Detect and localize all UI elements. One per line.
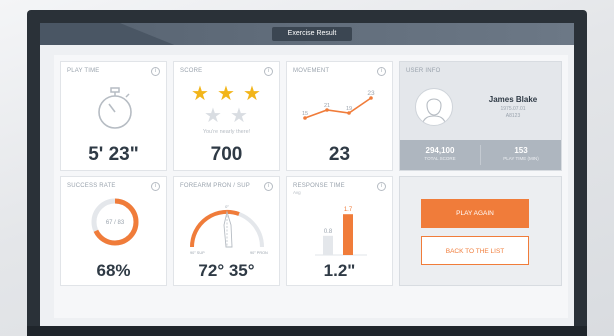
gauge-label-left: 90° SUP [190,251,205,255]
play-again-button[interactable]: PLAY AGAIN [421,199,529,228]
info-icon[interactable]: i [377,182,386,191]
bar-label-high: 1.7 [344,207,353,213]
card-score: SCORE i ★ ★ ★ ★ ★ You're nearly there! 7… [173,61,280,171]
page-title: Exercise Result [272,27,352,41]
bar-label-low: 0.8 [324,229,333,235]
card-actions: PLAY AGAIN BACK TO THE LIST [399,176,562,286]
total-score-label: TOTAL SCORE [424,156,456,161]
score-message: You're nearly there! [202,129,251,135]
movement-value: 23 [328,144,351,165]
info-icon[interactable]: i [264,67,273,76]
play-time-value: 5' 23" [88,144,139,165]
info-icon[interactable]: i [377,67,386,76]
info-icon[interactable]: i [151,67,160,76]
success-ratio: 67 / 83 [106,220,125,226]
device-bezel [27,326,587,336]
success-rate-value: 68% [96,261,131,280]
user-name: James Blake [488,95,538,104]
success-donut: 67 / 83 [91,198,139,246]
play-time-minutes-value: 153 [514,146,528,155]
play-time-minutes-label: PLAY TIME (MIN) [503,156,539,161]
card-title: SUCCESS RATE [67,183,116,189]
star-rating: ★ ★ ★ ★ ★ [174,81,279,127]
tablet-device: Exercise Result PLAY TIME i 5' 23" SCORE [27,10,587,336]
info-icon[interactable]: i [151,182,160,191]
card-play-time: PLAY TIME i 5' 23" [60,61,167,171]
play-time-stat: 153 PLAY TIME (MIN) [481,146,561,161]
card-title: PLAY TIME [67,68,100,74]
avatar-icon [415,88,453,126]
card-user-info: USER INFO James Blake 1975.07.01 A8123 2… [399,61,562,171]
bar-avg-low [323,235,333,255]
title-bar: Exercise Result [40,23,574,45]
card-title: RESPONSE TIME [293,183,345,189]
card-forearm: FOREARM PRON / SUP i 0° 90° SUP 90° PRON… [173,176,280,286]
star-icon: ★ [204,105,222,127]
results-panel: PLAY TIME i 5' 23" SCORE i ★ ★ ★ ★ ★ You… [54,55,568,318]
card-title: MOVEMENT [293,68,330,74]
movement-point-label: 19 [346,106,352,112]
gauge-label-top: 0° [225,204,229,209]
forearm-value: 72° 35° [198,261,255,280]
card-response-time: RESPONSE TIME Avg i 0.8 1.7 1.2" [286,176,393,286]
response-time-value: 1.2" [323,261,356,280]
card-success-rate: SUCCESS RATE i 67 / 83 68% [60,176,167,286]
score-value: 700 [210,144,243,165]
movement-chart: 15 21 19 23 [302,90,375,120]
movement-point-label: 23 [367,90,375,97]
gauge-label-right: 90° PRON [250,251,268,255]
forearm-gauge: 0° 90° SUP 90° PRON [189,204,268,255]
user-dob: 1975.07.01 [500,106,526,112]
movement-point-label: 15 [302,111,308,117]
user-id: A8123 [505,113,521,119]
card-title: FOREARM PRON / SUP [180,183,250,189]
card-subtitle: Avg [293,190,301,195]
card-title: USER INFO [406,68,441,74]
total-score-stat: 294,100 TOTAL SCORE [400,146,480,161]
response-bars: 0.8 1.7 [315,207,367,256]
user-stats-bar: 294,100 TOTAL SCORE 153 PLAY TIME (MIN) [400,140,561,170]
card-movement: MOVEMENT i 15 21 19 23 23 [286,61,393,171]
movement-point-label: 21 [324,103,330,109]
info-icon[interactable]: i [264,182,273,191]
card-title: SCORE [180,68,203,74]
total-score-value: 294,100 [425,146,455,155]
app-screen: Exercise Result PLAY TIME i 5' 23" SCORE [40,23,574,326]
star-icon: ★ [230,105,248,127]
stopwatch-icon [98,87,132,129]
back-to-list-button[interactable]: BACK TO THE LIST [421,236,529,265]
bar-avg-high [343,214,353,255]
